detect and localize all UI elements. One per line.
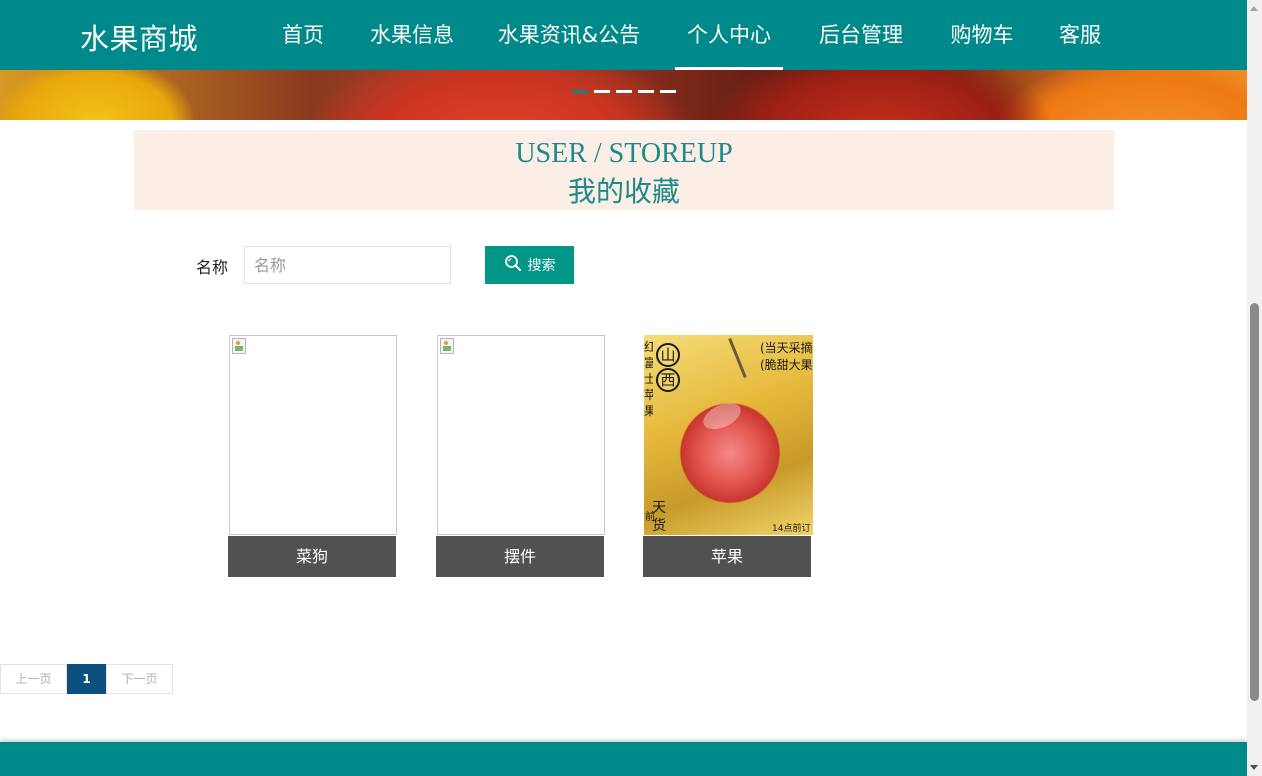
- favorite-image-broken[interactable]: [229, 335, 397, 535]
- pager-current-page[interactable]: 1: [67, 664, 106, 694]
- pager-next-button[interactable]: 下一页: [106, 664, 173, 694]
- top-nav-bar: 水果商城 首页 水果信息 水果资讯&公告 个人中心 后台管理 购物车 客服: [0, 0, 1247, 70]
- carousel-indicators: [572, 90, 676, 93]
- nav-cart[interactable]: 购物车: [940, 0, 1024, 70]
- page: 水果商城 首页 水果信息 水果资讯&公告 个人中心 后台管理 购物车 客服 US…: [0, 0, 1262, 776]
- image-text-bottom-2: 货: [652, 518, 666, 534]
- viewport: 水果商城 首页 水果信息 水果资讯&公告 个人中心 后台管理 购物车 客服 US…: [0, 0, 1247, 776]
- brand-logo[interactable]: 水果商城: [80, 16, 198, 58]
- favorite-image-apple[interactable]: 红富士苹果 山 西 (当天采摘 (脆甜大果 前 天 货 14点前订: [644, 335, 813, 535]
- image-side-text: 红富士苹果: [644, 340, 653, 418]
- nav-personal-center[interactable]: 个人中心: [675, 0, 783, 70]
- apple-shine-shape: [699, 397, 745, 435]
- search-button-label: 搜索: [527, 258, 556, 274]
- search-button[interactable]: 搜索: [485, 246, 574, 284]
- carousel-dot-3[interactable]: [616, 90, 632, 93]
- favorite-card[interactable]: 红富士苹果 山 西 (当天采摘 (脆甜大果 前 天 货 14点前订 苹果: [643, 335, 813, 577]
- banner-carousel[interactable]: [0, 70, 1247, 120]
- nav-news-announcements[interactable]: 水果资讯&公告: [488, 0, 650, 70]
- nav-home[interactable]: 首页: [272, 0, 334, 70]
- search-icon: [504, 254, 522, 276]
- carousel-dot-5[interactable]: [660, 90, 676, 93]
- section-title-english: USER / STOREUP: [515, 138, 733, 169]
- image-seal-2: 西: [656, 368, 680, 392]
- pager-prev-button[interactable]: 上一页: [0, 664, 67, 694]
- section-title-chinese: 我的收藏: [567, 175, 680, 208]
- image-text-bottom-1: 天: [652, 500, 666, 516]
- favorite-card-name[interactable]: 苹果: [643, 536, 811, 577]
- favorite-image-broken[interactable]: [437, 335, 605, 535]
- broken-image-icon: [232, 338, 246, 354]
- page-scrollbar[interactable]: [1247, 0, 1262, 776]
- scrollbar-thumb[interactable]: [1250, 303, 1259, 701]
- pagination: 上一页 1 下一页: [0, 664, 173, 694]
- favorite-card[interactable]: 菜狗: [228, 335, 397, 577]
- image-text-line-1: (当天采摘: [760, 341, 813, 355]
- scroll-up-arrow-icon[interactable]: [1250, 6, 1258, 11]
- broken-image-icon: [440, 338, 454, 354]
- favorite-card-name[interactable]: 摆件: [436, 536, 604, 577]
- scroll-down-arrow-icon[interactable]: [1250, 765, 1258, 770]
- carousel-dot-4[interactable]: [638, 90, 654, 93]
- apple-stem-shape: [728, 337, 747, 379]
- footer-bar: [0, 742, 1247, 776]
- image-seal-1: 山: [656, 343, 680, 367]
- carousel-dot-1[interactable]: [572, 90, 588, 93]
- image-text-corner: 14点前订: [772, 524, 811, 534]
- search-label: 名称: [196, 258, 229, 277]
- image-text-line-2: (脆甜大果: [760, 358, 813, 372]
- nav-customer-service[interactable]: 客服: [1050, 0, 1110, 70]
- section-title-box: USER / STOREUP 我的收藏: [134, 130, 1114, 210]
- favorite-card-name[interactable]: 菜狗: [228, 536, 396, 577]
- nav-fruit-info[interactable]: 水果信息: [360, 0, 464, 70]
- favorite-card[interactable]: 摆件: [436, 335, 605, 577]
- search-name-input[interactable]: [244, 246, 451, 284]
- nav-admin[interactable]: 后台管理: [808, 0, 914, 70]
- carousel-dot-2[interactable]: [594, 90, 610, 93]
